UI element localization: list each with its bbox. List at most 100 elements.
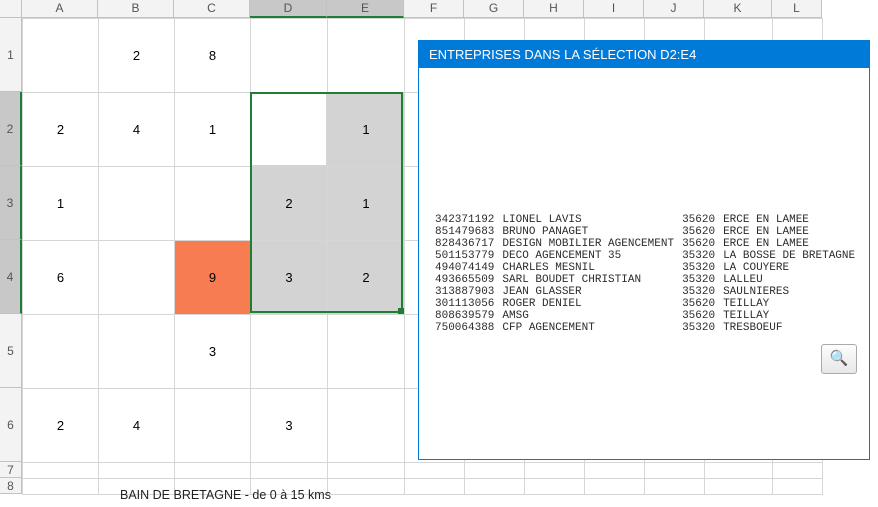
cell-A8[interactable] [23, 479, 99, 495]
panel-cell-siren: 301113056 [431, 298, 498, 310]
cell-C7[interactable] [175, 463, 251, 479]
column-header-J[interactable]: J [644, 0, 704, 18]
cell-E5[interactable] [328, 315, 405, 389]
column-header-D[interactable]: D [250, 0, 327, 18]
row-header-8[interactable]: 8 [0, 478, 22, 494]
column-header-F[interactable]: F [404, 0, 464, 18]
select-all-corner[interactable] [0, 0, 22, 18]
cell-A4[interactable]: 6 [23, 241, 99, 315]
cell-J7[interactable] [645, 463, 705, 479]
column-header-E[interactable]: E [327, 0, 404, 18]
column-header-H[interactable]: H [524, 0, 584, 18]
panel-cell-siren: 494074149 [431, 262, 498, 274]
panel-cell-city: TRESBOEUF [719, 322, 859, 334]
column-header-A[interactable]: A [22, 0, 98, 18]
cell-C1[interactable]: 8 [175, 19, 251, 93]
cell-I7[interactable] [585, 463, 645, 479]
cell-B5[interactable] [99, 315, 175, 389]
panel-table: 342371192LIONEL LAVIS35620ERCE EN LAMEE8… [431, 214, 859, 334]
row-header-4[interactable]: 4 [0, 240, 22, 314]
panel-cell-name: BRUNO PANAGET [498, 226, 678, 238]
row-header-3[interactable]: 3 [0, 166, 22, 240]
cell-D4[interactable]: 3 [251, 241, 328, 315]
cell-G8[interactable] [465, 479, 525, 495]
table-row: 494074149CHARLES MESNIL35320LA COUYERE [431, 262, 859, 274]
cell-A3[interactable]: 1 [23, 167, 99, 241]
row-header-5[interactable]: 5 [0, 314, 22, 388]
footer-label: BAIN DE BRETAGNE - de 0 à 15 kms [120, 488, 331, 502]
column-header-G[interactable]: G [464, 0, 524, 18]
panel-cell-city: LALLEU [719, 274, 859, 286]
cell-G7[interactable] [465, 463, 525, 479]
table-row: 493665509SARL BOUDET CHRISTIAN35320LALLE… [431, 274, 859, 286]
cell-E3[interactable]: 1 [328, 167, 405, 241]
cell-H8[interactable] [525, 479, 585, 495]
cell-K7[interactable] [705, 463, 773, 479]
column-header-K[interactable]: K [704, 0, 772, 18]
panel-cell-city: SAULNIERES [719, 286, 859, 298]
cell-H7[interactable] [525, 463, 585, 479]
column-header-C[interactable]: C [174, 0, 250, 18]
cell-A7[interactable] [23, 463, 99, 479]
cell-J8[interactable] [645, 479, 705, 495]
panel-cell-cp: 35320 [678, 274, 719, 286]
cell-E8[interactable] [328, 479, 405, 495]
panel-cell-siren: 851479683 [431, 226, 498, 238]
cell-E2[interactable]: 1 [328, 93, 405, 167]
row-header-6[interactable]: 6 [0, 388, 22, 462]
cell-K8[interactable] [705, 479, 773, 495]
cell-D7[interactable] [251, 463, 328, 479]
table-row: 342371192LIONEL LAVIS35620ERCE EN LAMEE [431, 214, 859, 226]
cell-B3[interactable] [99, 167, 175, 241]
cell-F7[interactable] [405, 463, 465, 479]
table-row: 750064388CFP AGENCEMENT35320TRESBOEUF [431, 322, 859, 334]
cell-E7[interactable] [328, 463, 405, 479]
panel-cell-city: TEILLAY [719, 310, 859, 322]
row-header-7[interactable]: 7 [0, 462, 22, 478]
column-headers: ABCDEFGHIJKL [0, 0, 822, 18]
search-button[interactable]: 🔍 [821, 344, 857, 374]
panel-cell-name: LIONEL LAVIS [498, 214, 678, 226]
entreprises-panel: ENTREPRISES DANS LA SÉLECTION D2:E4 3423… [418, 40, 870, 460]
cell-C3[interactable] [175, 167, 251, 241]
cell-B2[interactable]: 4 [99, 93, 175, 167]
column-header-B[interactable]: B [98, 0, 174, 18]
cell-L8[interactable] [773, 479, 823, 495]
cell-B7[interactable] [99, 463, 175, 479]
cell-C4[interactable]: 9 [175, 241, 251, 315]
cell-B4[interactable] [99, 241, 175, 315]
cell-A1[interactable] [23, 19, 99, 93]
column-header-L[interactable]: L [772, 0, 822, 18]
cell-D1[interactable] [251, 19, 328, 93]
cell-D6[interactable]: 3 [251, 389, 328, 463]
panel-cell-name: CHARLES MESNIL [498, 262, 678, 274]
cell-D2[interactable]: 1 [251, 93, 328, 167]
cell-A5[interactable] [23, 315, 99, 389]
cell-C2[interactable]: 1 [175, 93, 251, 167]
panel-cell-name: JEAN GLASSER [498, 286, 678, 298]
cell-B1[interactable]: 2 [99, 19, 175, 93]
row-header-1[interactable]: 1 [0, 18, 22, 92]
cell-C6[interactable] [175, 389, 251, 463]
cell-D5[interactable] [251, 315, 328, 389]
panel-cell-siren: 493665509 [431, 274, 498, 286]
cell-A2[interactable]: 2 [23, 93, 99, 167]
cell-E4[interactable]: 2 [328, 241, 405, 315]
cell-C5[interactable]: 3 [175, 315, 251, 389]
row-header-2[interactable]: 2 [0, 92, 22, 166]
panel-cell-name: SARL BOUDET CHRISTIAN [498, 274, 678, 286]
panel-cell-city: ERCE EN LAMEE [719, 226, 859, 238]
cell-F8[interactable] [405, 479, 465, 495]
cell-E6[interactable] [328, 389, 405, 463]
table-row: 808639579AMSG35620TEILLAY [431, 310, 859, 322]
panel-cell-siren: 750064388 [431, 322, 498, 334]
cell-I8[interactable] [585, 479, 645, 495]
table-row: 851479683BRUNO PANAGET35620ERCE EN LAMEE [431, 226, 859, 238]
panel-cell-name: CFP AGENCEMENT [498, 322, 678, 334]
cell-L7[interactable] [773, 463, 823, 479]
cell-A6[interactable]: 2 [23, 389, 99, 463]
cell-D3[interactable]: 2 [251, 167, 328, 241]
cell-E1[interactable] [328, 19, 405, 93]
column-header-I[interactable]: I [584, 0, 644, 18]
cell-B6[interactable]: 4 [99, 389, 175, 463]
